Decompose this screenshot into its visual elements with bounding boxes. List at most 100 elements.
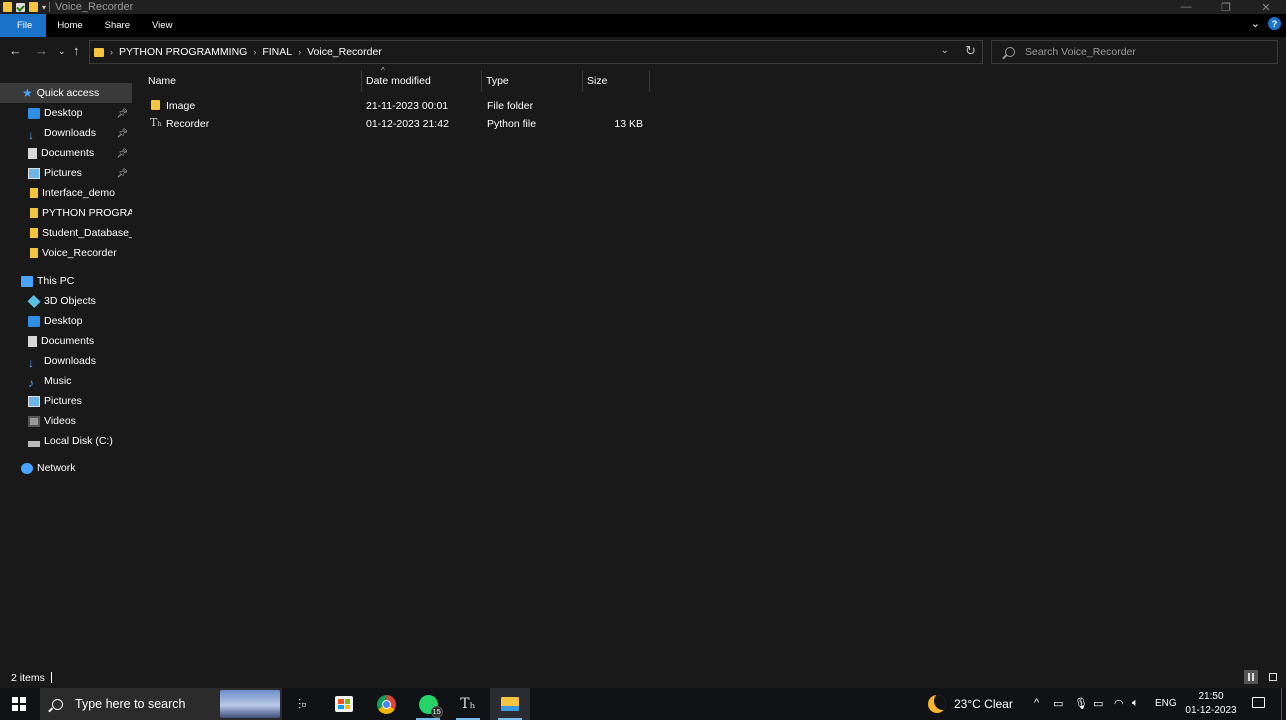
column-divider[interactable] — [361, 70, 362, 92]
sidebar-item-python-programming[interactable]: PYTHON PROGRAMMING — [0, 203, 132, 223]
sidebar-item-desktop[interactable]: Desktop 📌︎ — [0, 103, 132, 123]
tab-share[interactable]: Share — [94, 14, 141, 37]
title-bar: ▾ Voice_Recorder — ❐ ✕ — [0, 0, 1286, 14]
search-icon — [1005, 47, 1015, 57]
chrome-icon — [376, 694, 396, 714]
sidebar-item-student-database[interactable]: Student_Database_N — [0, 223, 132, 243]
file-row[interactable]: Image 21-11-2023 00:01 File folder — [145, 97, 655, 115]
microphone-icon[interactable]: 🎙︎ — [1074, 697, 1088, 710]
column-header-type[interactable]: Type — [486, 75, 509, 87]
chrome-button[interactable] — [366, 688, 406, 720]
weather-text[interactable]: 23°C Clear — [954, 697, 1013, 711]
new-folder-icon[interactable] — [29, 2, 38, 12]
maximize-button[interactable]: ❐ — [1206, 0, 1246, 14]
breadcrumb-python-programming[interactable]: PYTHON PROGRAMMING — [119, 46, 247, 58]
chevron-down-icon[interactable]: ⌄ — [941, 45, 949, 56]
large-icons-view-button[interactable] — [1266, 670, 1280, 684]
meet-now-icon[interactable]: ▭ — [1053, 697, 1063, 710]
tab-view[interactable]: View — [141, 14, 183, 37]
sidebar-item-pc-desktop[interactable]: Desktop — [0, 311, 132, 331]
sidebar-item-label: Quick access — [36, 87, 100, 99]
file-type: File folder — [487, 100, 534, 112]
sidebar-item-label: 3D Objects — [44, 295, 96, 307]
sidebar-item-3d-objects[interactable]: 3D Objects — [0, 291, 132, 311]
folder-icon — [151, 100, 160, 110]
properties-icon[interactable] — [16, 2, 25, 12]
taskbar-search[interactable]: Type here to search — [40, 688, 282, 720]
file-name: Recorder — [166, 118, 210, 130]
windows-start-icon[interactable] — [12, 697, 26, 711]
notifications-icon[interactable] — [1252, 697, 1265, 708]
microsoft-store-button[interactable] — [324, 688, 364, 720]
details-view-button[interactable] — [1244, 670, 1258, 684]
column-divider[interactable] — [481, 70, 482, 92]
column-header-date[interactable]: Date modified — [366, 75, 431, 87]
customize-toolbar-icon[interactable]: ▾ — [42, 3, 46, 12]
search-box[interactable] — [991, 40, 1278, 64]
task-view-icon: ⫶▫ — [297, 695, 307, 712]
language-indicator[interactable]: ENG — [1155, 698, 1177, 709]
column-divider[interactable] — [582, 70, 583, 92]
sidebar-item-downloads[interactable]: ↓ Downloads 📌︎ — [0, 123, 132, 143]
file-date: 01-12-2023 21:42 — [366, 118, 449, 130]
sidebar-item-voice-recorder[interactable]: Voice_Recorder — [0, 243, 132, 263]
address-bar[interactable]: › PYTHON PROGRAMMING › FINAL › Voice_Rec… — [89, 40, 983, 64]
whatsapp-button[interactable]: 15 — [408, 688, 448, 720]
downloads-icon: ↓ — [28, 355, 34, 370]
sidebar-item-local-disk[interactable]: Local Disk (C:) — [0, 431, 132, 451]
microsoft-store-icon — [335, 696, 353, 712]
sidebar-item-pictures[interactable]: Pictures 📌︎ — [0, 163, 132, 183]
file-explorer-button[interactable] — [490, 688, 530, 720]
network-icon — [21, 462, 33, 474]
forward-arrow-icon[interactable]: → — [35, 43, 48, 58]
sidebar-item-videos[interactable]: Videos — [0, 411, 132, 431]
sidebar-item-pc-documents[interactable]: Documents — [0, 331, 132, 351]
refresh-icon[interactable]: ↻ — [965, 43, 976, 59]
sidebar-item-music[interactable]: ♪ Music — [0, 371, 132, 391]
up-arrow-icon[interactable]: ↑ — [73, 43, 80, 58]
chevron-right-icon[interactable]: › — [110, 47, 113, 57]
sidebar-item-label: Student_Database_N — [42, 227, 132, 239]
sidebar-item-this-pc[interactable]: This PC — [0, 271, 132, 291]
minimize-button[interactable]: — — [1166, 0, 1206, 14]
folder-icon — [94, 47, 104, 57]
close-button[interactable]: ✕ — [1246, 0, 1286, 14]
sidebar-item-label: Desktop — [44, 315, 83, 327]
task-view-button[interactable]: ⫶▫ — [282, 688, 322, 720]
volume-icon[interactable]: 🔈︎ — [1132, 697, 1139, 710]
whatsapp-icon: 15 — [418, 694, 443, 718]
battery-icon[interactable]: ▭ — [1093, 697, 1103, 710]
chevron-right-icon[interactable]: › — [298, 47, 301, 57]
sidebar-item-label: Downloads — [44, 355, 96, 367]
sidebar-item-quick-access[interactable]: ★ Quick access — [0, 83, 132, 103]
breadcrumb-final[interactable]: FINAL — [262, 46, 292, 58]
sidebar-item-interface-demo[interactable]: Interface_demo — [0, 183, 132, 203]
sidebar-item-pc-pictures[interactable]: Pictures — [0, 391, 132, 411]
search-highlight-image[interactable] — [220, 690, 280, 718]
column-divider[interactable] — [649, 70, 650, 92]
back-arrow-icon[interactable]: ← — [9, 43, 22, 58]
chevron-right-icon[interactable]: › — [253, 47, 256, 57]
help-icon[interactable]: ? — [1268, 17, 1281, 30]
column-header-size[interactable]: Size — [587, 75, 607, 87]
tab-home[interactable]: Home — [46, 14, 93, 37]
folder-icon — [30, 188, 38, 198]
file-explorer-icon — [501, 697, 519, 711]
sidebar-item-pc-downloads[interactable]: ↓ Downloads — [0, 351, 132, 371]
sidebar-item-network[interactable]: Network — [0, 458, 132, 478]
clock[interactable]: 21:50 01-12-2023 — [1185, 690, 1237, 718]
tab-file[interactable]: File — [0, 14, 47, 37]
column-header-name[interactable]: Name — [148, 75, 176, 87]
file-row[interactable]: Tₕ Recorder 01-12-2023 21:42 Python file… — [145, 115, 655, 133]
show-desktop-button[interactable] — [1281, 688, 1282, 720]
wifi-icon[interactable]: ◠ — [1114, 697, 1124, 710]
breadcrumb-voice-recorder[interactable]: Voice_Recorder — [307, 46, 382, 58]
recent-locations-icon[interactable]: ⌄ — [58, 46, 66, 57]
expand-ribbon-icon[interactable]: ⌄ — [1251, 17, 1260, 30]
show-hidden-icons-icon[interactable]: ^ — [1034, 697, 1039, 709]
sidebar-item-label: Interface_demo — [42, 187, 115, 199]
sidebar-item-documents[interactable]: Documents 📌︎ — [0, 143, 132, 163]
search-input[interactable] — [1025, 46, 1265, 58]
weather-moon-icon[interactable] — [928, 695, 946, 713]
thonny-button[interactable]: Tₕ — [448, 688, 488, 720]
